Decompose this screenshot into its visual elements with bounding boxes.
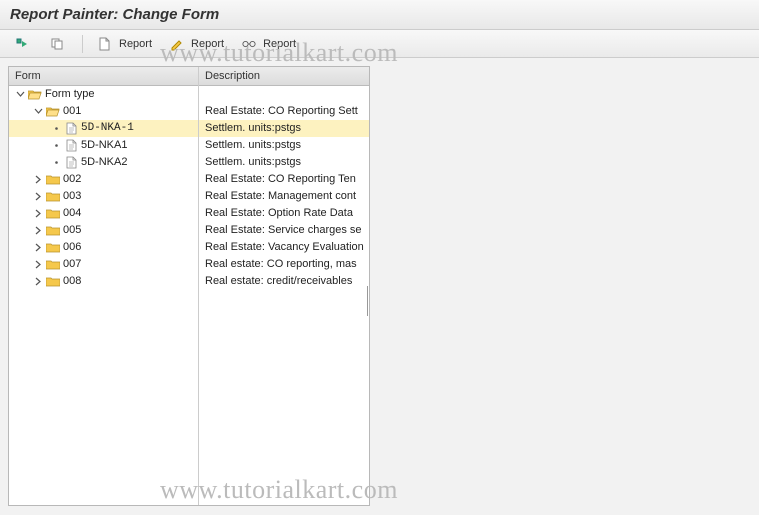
description-column: Description Real Estate: CO Reporting Se… <box>199 67 369 505</box>
description-cell[interactable]: Real Estate: Vacancy Evaluation <box>199 239 369 256</box>
description-cell[interactable]: Real Estate: Service charges se <box>199 222 369 239</box>
copy-icon <box>50 37 64 51</box>
report-edit-button[interactable]: Report <box>163 34 231 54</box>
expand-icon[interactable] <box>33 208 44 219</box>
tree-node-label: 003 <box>63 188 81 205</box>
description-cell[interactable]: Real Estate: CO Reporting Ten <box>199 171 369 188</box>
tree-row[interactable]: 5D-NKA2 <box>9 154 198 171</box>
tree-row[interactable]: 001 <box>9 103 198 120</box>
execute-button[interactable] <box>8 34 39 54</box>
tree-node-label: 002 <box>63 171 81 188</box>
folder-icon <box>46 174 60 185</box>
tree-node-label: 5D-NKA-1 <box>81 120 134 137</box>
tree-row[interactable]: 006 <box>9 239 198 256</box>
expand-icon[interactable] <box>33 242 44 253</box>
folder-icon <box>46 276 60 287</box>
expand-icon[interactable] <box>33 225 44 236</box>
form-rows: Form type0015D-NKA-15D-NKA15D-NKA2002003… <box>9 86 198 290</box>
report-edit-label: Report <box>191 38 224 50</box>
leaf-bullet <box>51 140 62 151</box>
description-cell[interactable]: Real Estate: Management cont <box>199 188 369 205</box>
tree-node-label: 004 <box>63 205 81 222</box>
description-cell[interactable]: Real estate: credit/receivables <box>199 273 369 290</box>
collapse-icon[interactable] <box>15 89 26 100</box>
description-cell[interactable]: Real Estate: CO Reporting Sett <box>199 103 369 120</box>
tree-row[interactable]: 004 <box>9 205 198 222</box>
form-column: Form Form type0015D-NKA-15D-NKA15D-NKA20… <box>9 67 199 505</box>
folder-open-icon <box>28 89 42 100</box>
tree-node-label: Form type <box>45 86 95 103</box>
execute-icon <box>15 37 29 51</box>
leaf-bullet <box>51 123 62 134</box>
page-title: Report Painter: Change Form <box>10 6 749 23</box>
title-bar: Report Painter: Change Form <box>0 0 759 30</box>
glasses-icon <box>242 39 256 49</box>
folder-icon <box>46 191 60 202</box>
expand-icon[interactable] <box>33 259 44 270</box>
tree-panel: Form Form type0015D-NKA-15D-NKA15D-NKA20… <box>8 66 370 506</box>
tree-row[interactable]: Form type <box>9 86 198 103</box>
folder-icon <box>46 259 60 270</box>
tree-row[interactable]: 002 <box>9 171 198 188</box>
tree-node-label: 5D-NKA2 <box>81 154 127 171</box>
tree-row[interactable]: 5D-NKA-1 <box>9 120 198 137</box>
description-column-header[interactable]: Description <box>199 67 369 86</box>
tree-node-label: 5D-NKA1 <box>81 137 127 154</box>
content-area: Form Form type0015D-NKA-15D-NKA15D-NKA20… <box>0 58 759 514</box>
tree-node-label: 001 <box>63 103 81 120</box>
expand-icon[interactable] <box>33 174 44 185</box>
tree-node-label: 008 <box>63 273 81 290</box>
tree-node-label: 005 <box>63 222 81 239</box>
report-new-label: Report <box>119 38 152 50</box>
document-icon <box>64 139 78 152</box>
tree-row[interactable]: 005 <box>9 222 198 239</box>
report-new-button[interactable]: Report <box>91 34 159 54</box>
document-new-icon <box>98 37 112 51</box>
copy-button[interactable] <box>43 34 74 54</box>
tree-row[interactable]: 003 <box>9 188 198 205</box>
tree-row[interactable]: 5D-NKA1 <box>9 137 198 154</box>
folder-icon <box>46 242 60 253</box>
pencil-icon <box>170 37 184 51</box>
collapse-icon[interactable] <box>33 106 44 117</box>
description-cell[interactable]: Real Estate: Option Rate Data <box>199 205 369 222</box>
folder-open-icon <box>46 106 60 117</box>
document-icon <box>64 122 78 135</box>
toolbar-separator <box>82 35 83 53</box>
tree-row[interactable]: 008 <box>9 273 198 290</box>
column-resize-grip[interactable] <box>367 286 369 316</box>
expand-icon[interactable] <box>33 276 44 287</box>
folder-icon <box>46 225 60 236</box>
description-cell[interactable]: Real estate: CO reporting, mas <box>199 256 369 273</box>
tree-node-label: 006 <box>63 239 81 256</box>
tree-node-label: 007 <box>63 256 81 273</box>
expand-icon[interactable] <box>33 191 44 202</box>
description-cell[interactable] <box>199 86 369 103</box>
leaf-bullet <box>51 157 62 168</box>
report-display-label: Report <box>263 38 296 50</box>
description-rows: Real Estate: CO Reporting SettSettlem. u… <box>199 86 369 290</box>
document-icon <box>64 156 78 169</box>
description-cell[interactable]: Settlem. units:pstgs <box>199 154 369 171</box>
folder-icon <box>46 208 60 219</box>
tree-row[interactable]: 007 <box>9 256 198 273</box>
toolbar: Report Report Report <box>0 30 759 58</box>
form-column-header[interactable]: Form <box>9 67 198 86</box>
report-display-button[interactable]: Report <box>235 34 303 54</box>
description-cell[interactable]: Settlem. units:pstgs <box>199 137 369 154</box>
description-cell[interactable]: Settlem. units:pstgs <box>199 120 369 137</box>
